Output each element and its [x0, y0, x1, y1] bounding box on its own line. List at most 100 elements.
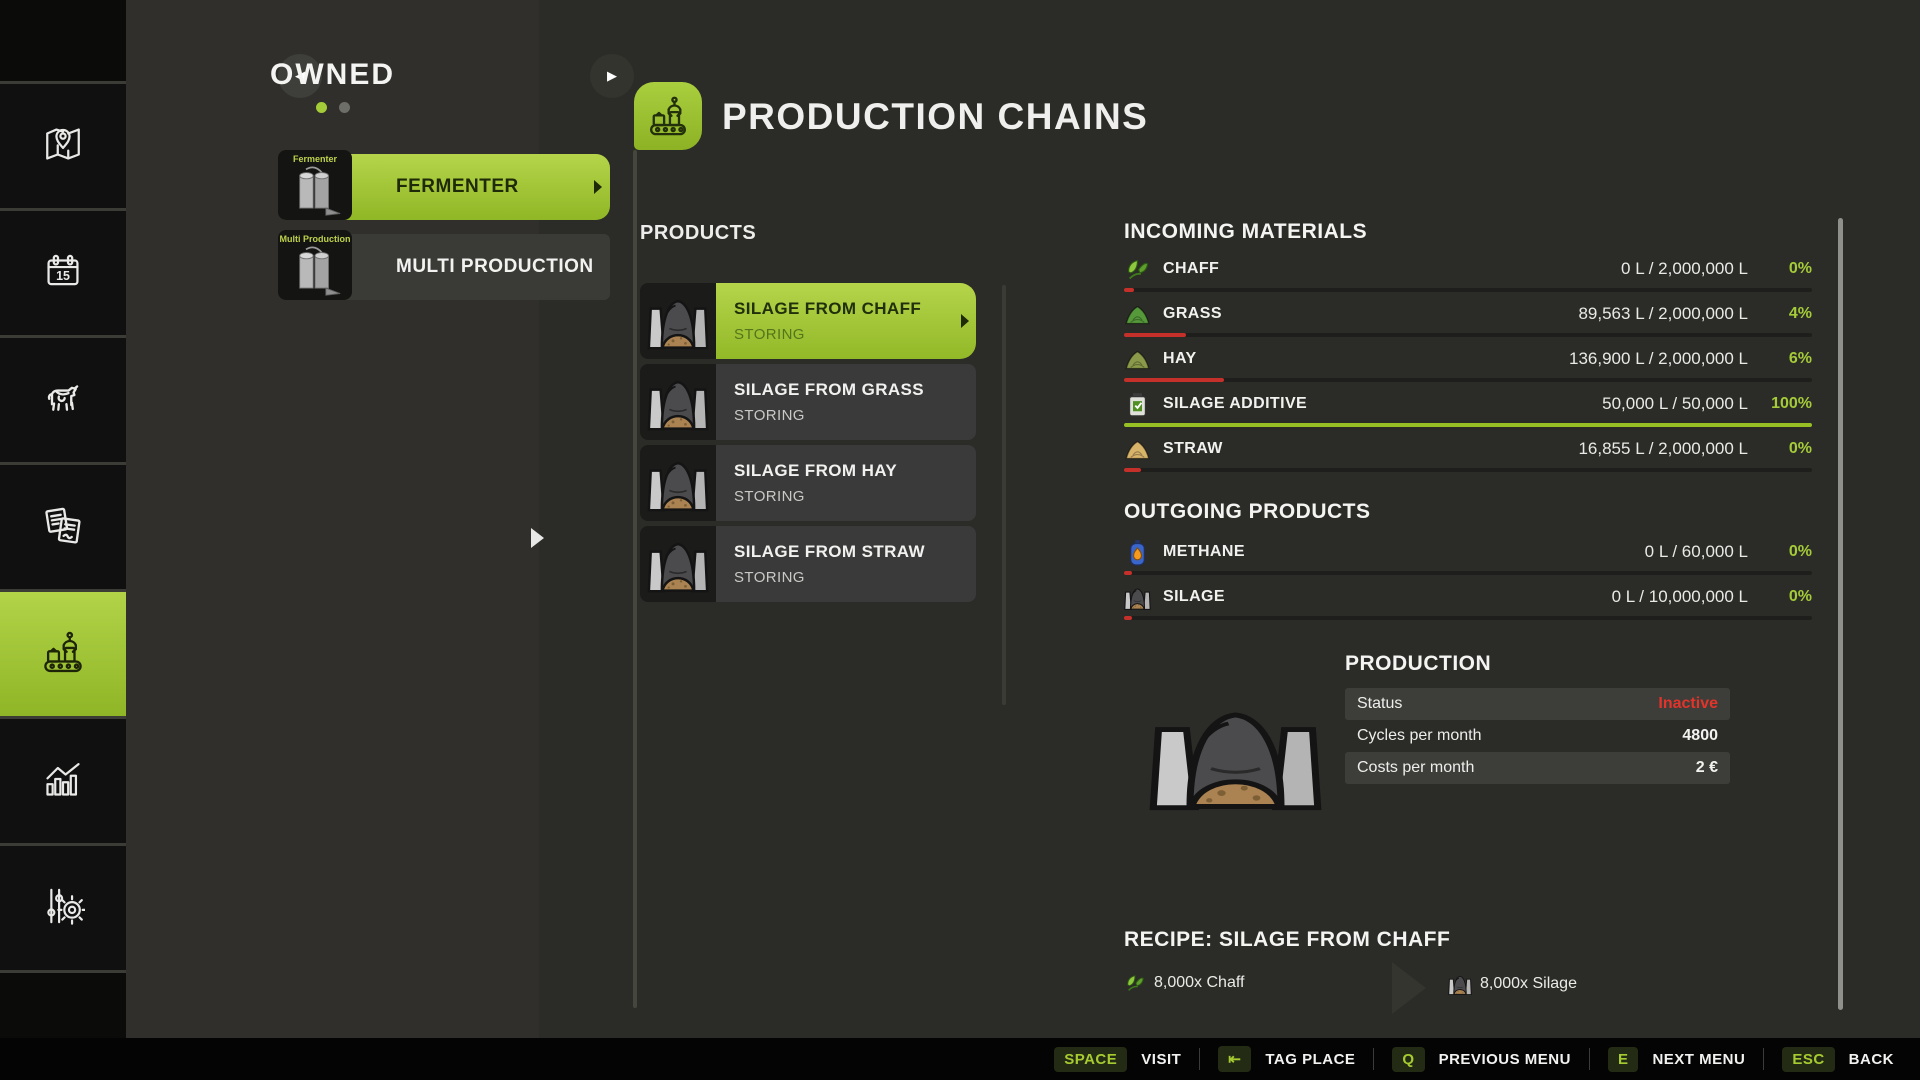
multi-production-thumb-icon [288, 244, 342, 298]
sidebar-item-map[interactable] [0, 84, 126, 211]
products-list: SILAGE FROM CHAFF STORING SILAGE FROM GR… [640, 283, 976, 607]
material-name: HAY [1163, 350, 1197, 368]
product-item-silage-from-hay[interactable]: SILAGE FROM HAY STORING [640, 445, 976, 521]
production-chains-icon [646, 94, 690, 138]
space-key: SPACE [1054, 1047, 1127, 1072]
hotkey-back[interactable]: ESC BACK [1782, 1047, 1894, 1072]
production-heading: PRODUCTION [1345, 652, 1491, 676]
products-heading: PRODUCTS [640, 222, 756, 245]
product-title: SILAGE FROM STRAW [734, 542, 976, 562]
recipe-heading: RECIPE: SILAGE FROM CHAFF [1124, 928, 1450, 952]
separator [1589, 1048, 1590, 1070]
material-name: CHAFF [1163, 260, 1219, 278]
material-amount: 89,563 L / 2,000,000 L [1578, 304, 1748, 324]
separator [1373, 1048, 1374, 1070]
recipe-output: 8,000x Silage [1448, 972, 1577, 996]
carousel-next-button[interactable]: ▶ [590, 54, 634, 98]
hotkey-label: PREVIOUS MENU [1439, 1051, 1571, 1068]
recipe-input-qty: 8,000x Chaff [1154, 974, 1244, 992]
silage-bunker-icon [647, 371, 709, 433]
sliders-gear-icon [41, 884, 85, 933]
material-percent: 6% [1748, 350, 1812, 368]
product-status: STORING [734, 488, 976, 505]
silage-icon [1448, 972, 1472, 996]
calendar-icon: 15 [42, 250, 84, 297]
row-label: Cycles per month [1357, 727, 1482, 745]
esc-key: ESC [1782, 1047, 1834, 1072]
product-row-silage: SILAGE 0 L / 10,000,000 L 0% [1124, 580, 1812, 625]
owned-item-thumbnail: Fermenter [278, 150, 352, 220]
product-item-silage-from-straw[interactable]: SILAGE FROM STRAW STORING [640, 526, 976, 602]
carousel-dot-active[interactable] [316, 102, 327, 113]
fermenter-thumb-icon [288, 164, 342, 218]
material-name: GRASS [1163, 305, 1222, 323]
material-row-straw: STRAW 16,855 L / 2,000,000 L 0% [1124, 432, 1812, 477]
separator [1199, 1048, 1200, 1070]
product-percent: 0% [1748, 588, 1812, 606]
carousel-dot[interactable] [339, 102, 350, 113]
product-amount: 0 L / 10,000,000 L [1612, 587, 1748, 607]
recipe-output-qty: 8,000x Silage [1480, 975, 1577, 993]
product-row-methane: METHANE 0 L / 60,000 L 0% [1124, 535, 1812, 580]
separator [1763, 1048, 1764, 1070]
hotkey-visit[interactable]: SPACE VISIT [1054, 1047, 1181, 1072]
nav-sidebar: 15 [0, 0, 126, 1038]
hotkey-tag-place[interactable]: ⇤ TAG PLACE [1218, 1046, 1355, 1072]
owned-item-multi-production[interactable]: MULTI PRODUCTION Multi Production [278, 230, 610, 300]
silage-bunker-icon [647, 290, 709, 352]
sidebar-item-contracts[interactable] [0, 465, 126, 592]
hotkey-label: BACK [1849, 1051, 1894, 1068]
map-icon [42, 123, 84, 170]
owned-item-fermenter[interactable]: FERMENTER Fermenter [278, 150, 610, 220]
cycles-value: 4800 [1682, 727, 1718, 745]
product-amount: 0 L / 60,000 L [1645, 542, 1748, 562]
main-scrollbar[interactable] [1838, 218, 1843, 1010]
thumbnail-caption: Fermenter [293, 154, 337, 164]
product-thumbnail [640, 364, 716, 440]
sidebar-item-calendar[interactable]: 15 [0, 211, 126, 338]
material-amount: 136,900 L / 2,000,000 L [1569, 349, 1748, 369]
panel-expand-arrow-icon[interactable] [531, 528, 544, 548]
material-amount: 0 L / 2,000,000 L [1621, 259, 1748, 279]
table-row-costs: Costs per month 2 € [1345, 752, 1730, 784]
product-thumbnail [640, 445, 716, 521]
backspace-key-icon: ⇤ [1218, 1046, 1251, 1072]
production-table: Status Inactive Cycles per month 4800 Co… [1345, 688, 1730, 784]
table-row-status: Status Inactive [1345, 688, 1730, 720]
product-title: SILAGE FROM GRASS [734, 380, 976, 400]
row-label: Costs per month [1357, 759, 1474, 777]
products-scrollbar[interactable] [1002, 285, 1006, 705]
selected-arrow-icon [961, 314, 969, 328]
owned-scrollbar[interactable] [633, 150, 637, 1008]
recipe-arrow-icon [1392, 962, 1426, 1014]
hotkey-next-menu[interactable]: E NEXT MENU [1608, 1047, 1745, 1072]
sidebar-item-animals[interactable] [0, 338, 126, 465]
sidebar-item-statistics[interactable] [0, 719, 126, 846]
silage-icon [1124, 584, 1151, 611]
product-item-silage-from-chaff[interactable]: SILAGE FROM CHAFF STORING [640, 283, 976, 359]
hotkey-label: VISIT [1141, 1051, 1181, 1068]
product-status: STORING [734, 407, 976, 424]
hotkey-previous-menu[interactable]: Q PREVIOUS MENU [1392, 1047, 1571, 1072]
carousel-dots [126, 102, 539, 113]
page-icon [634, 82, 702, 150]
sidebar-item-settings[interactable] [0, 846, 126, 973]
outgoing-products-list: METHANE 0 L / 60,000 L 0% SILAGE 0 L / 1… [1124, 535, 1812, 625]
sidebar-item-production-chains[interactable] [0, 592, 126, 719]
product-percent: 0% [1748, 543, 1812, 561]
fill-level-bar [1124, 616, 1812, 620]
e-key: E [1608, 1047, 1639, 1072]
owned-item-thumbnail: Multi Production [278, 230, 352, 300]
silage-bunker-image [1148, 693, 1323, 815]
chaff-icon [1124, 256, 1151, 283]
product-item-silage-from-grass[interactable]: SILAGE FROM GRASS STORING [640, 364, 976, 440]
selected-arrow-icon [594, 180, 602, 194]
outgoing-products-heading: OUTGOING PRODUCTS [1124, 500, 1371, 524]
hotkey-label: NEXT MENU [1652, 1051, 1745, 1068]
statistics-icon [41, 757, 85, 806]
owned-panel: ◀ ▶ OWNED FERMENTER Fermenter MULTI PROD… [126, 0, 539, 1038]
product-name: SILAGE [1163, 588, 1225, 606]
product-name: METHANE [1163, 543, 1245, 561]
chaff-icon [1124, 972, 1146, 994]
product-title: SILAGE FROM HAY [734, 461, 976, 481]
